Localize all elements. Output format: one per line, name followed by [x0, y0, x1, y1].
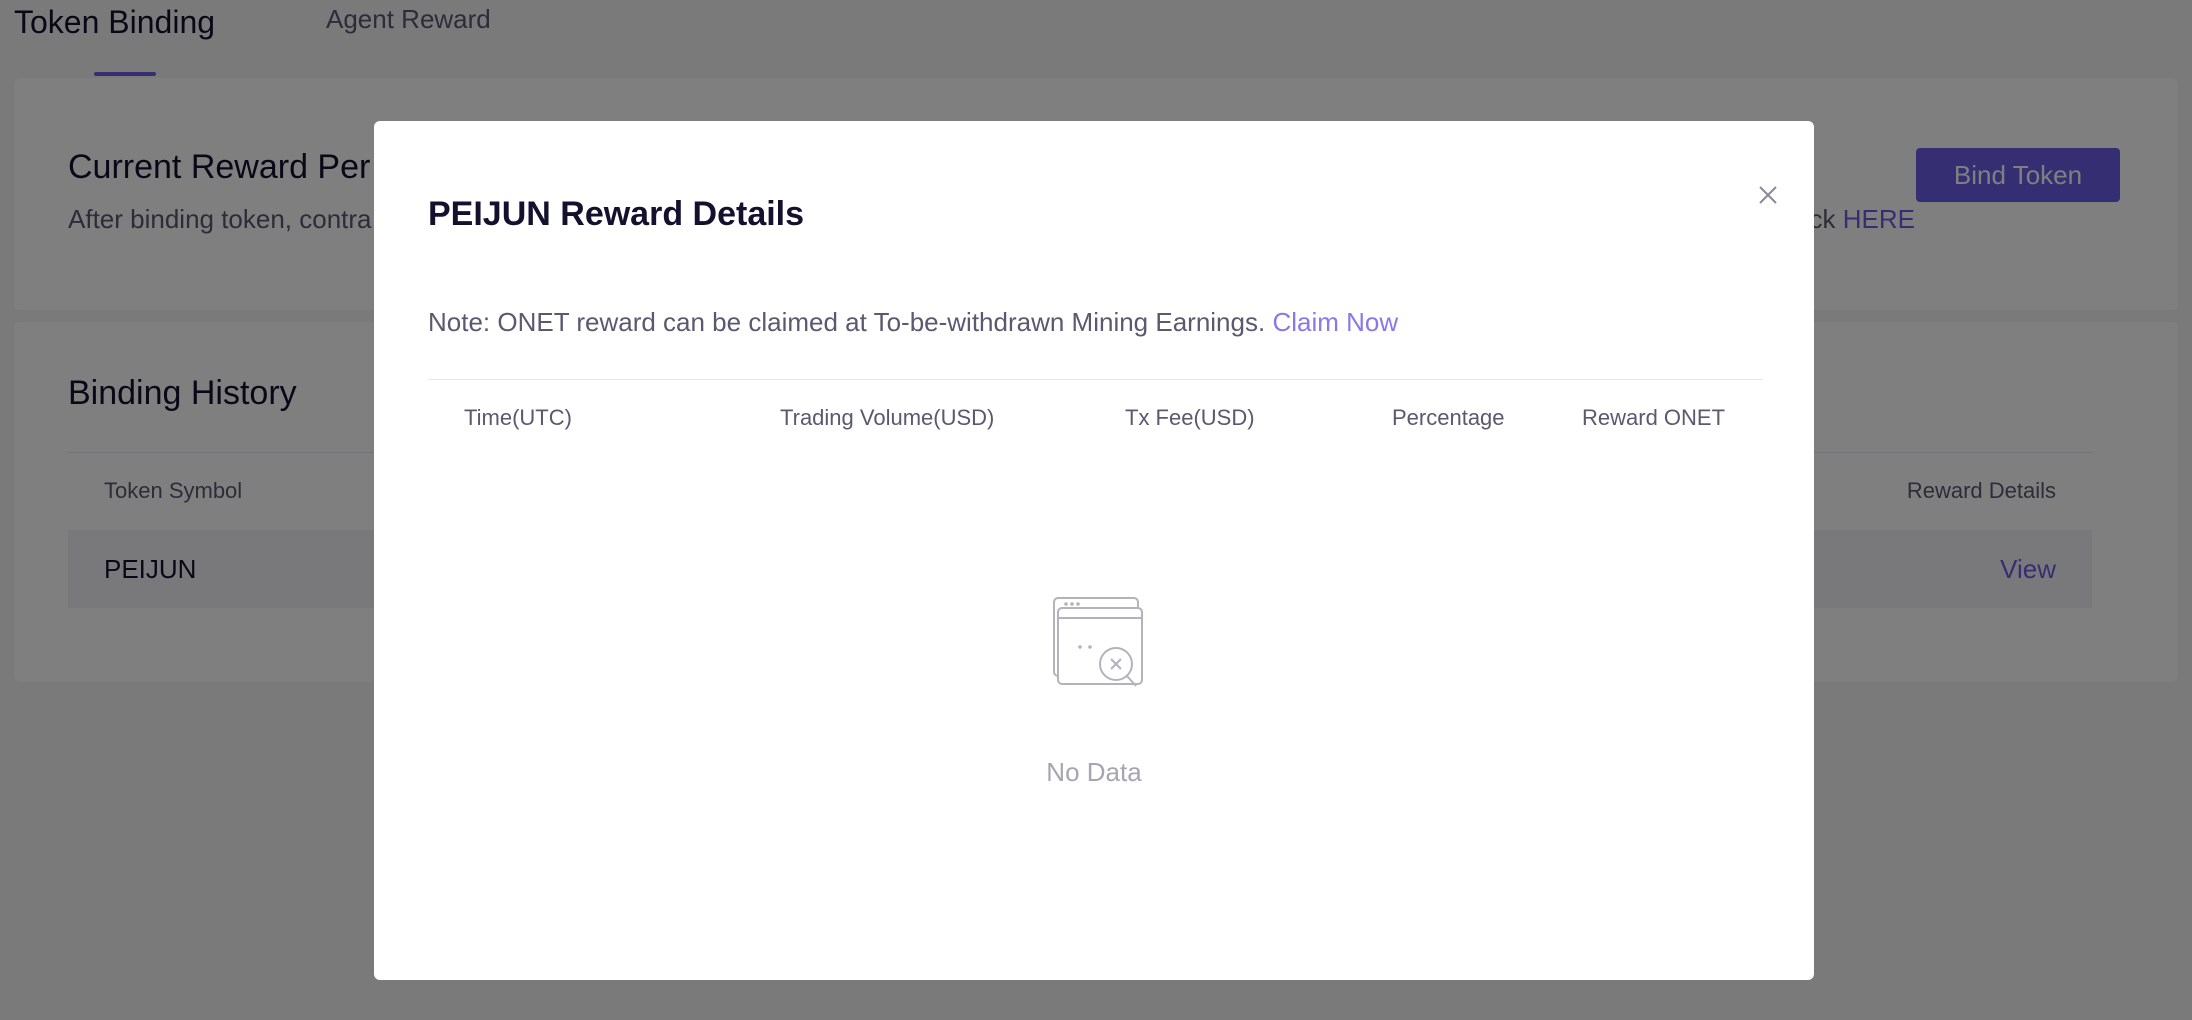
modal-divider — [428, 379, 1762, 380]
modal-note: Note: ONET reward can be claimed at To-b… — [428, 307, 1398, 338]
column-header-reward-onet: Reward ONET — [1582, 405, 1726, 430]
close-icon[interactable] — [1752, 179, 1784, 211]
page: Token Binding Agent Reward Current Rewar… — [0, 0, 2192, 1020]
note-text: Note: ONET reward can be claimed at To-b… — [428, 307, 1273, 337]
reward-details-modal: PEIJUN Reward Details Note: ONET reward … — [374, 121, 1814, 980]
column-header-percentage: Percentage — [1392, 405, 1505, 430]
column-header-tx-fee: Tx Fee(USD) — [1125, 405, 1255, 430]
no-data-text: No Data — [1046, 757, 1142, 787]
no-data-icon — [1053, 597, 1143, 687]
claim-now-link[interactable]: Claim Now — [1272, 307, 1398, 337]
column-header-time: Time(UTC) — [464, 405, 572, 430]
column-header-trading-volume: Trading Volume(USD) — [780, 405, 995, 430]
modal-title: PEIJUN Reward Details — [428, 195, 805, 233]
